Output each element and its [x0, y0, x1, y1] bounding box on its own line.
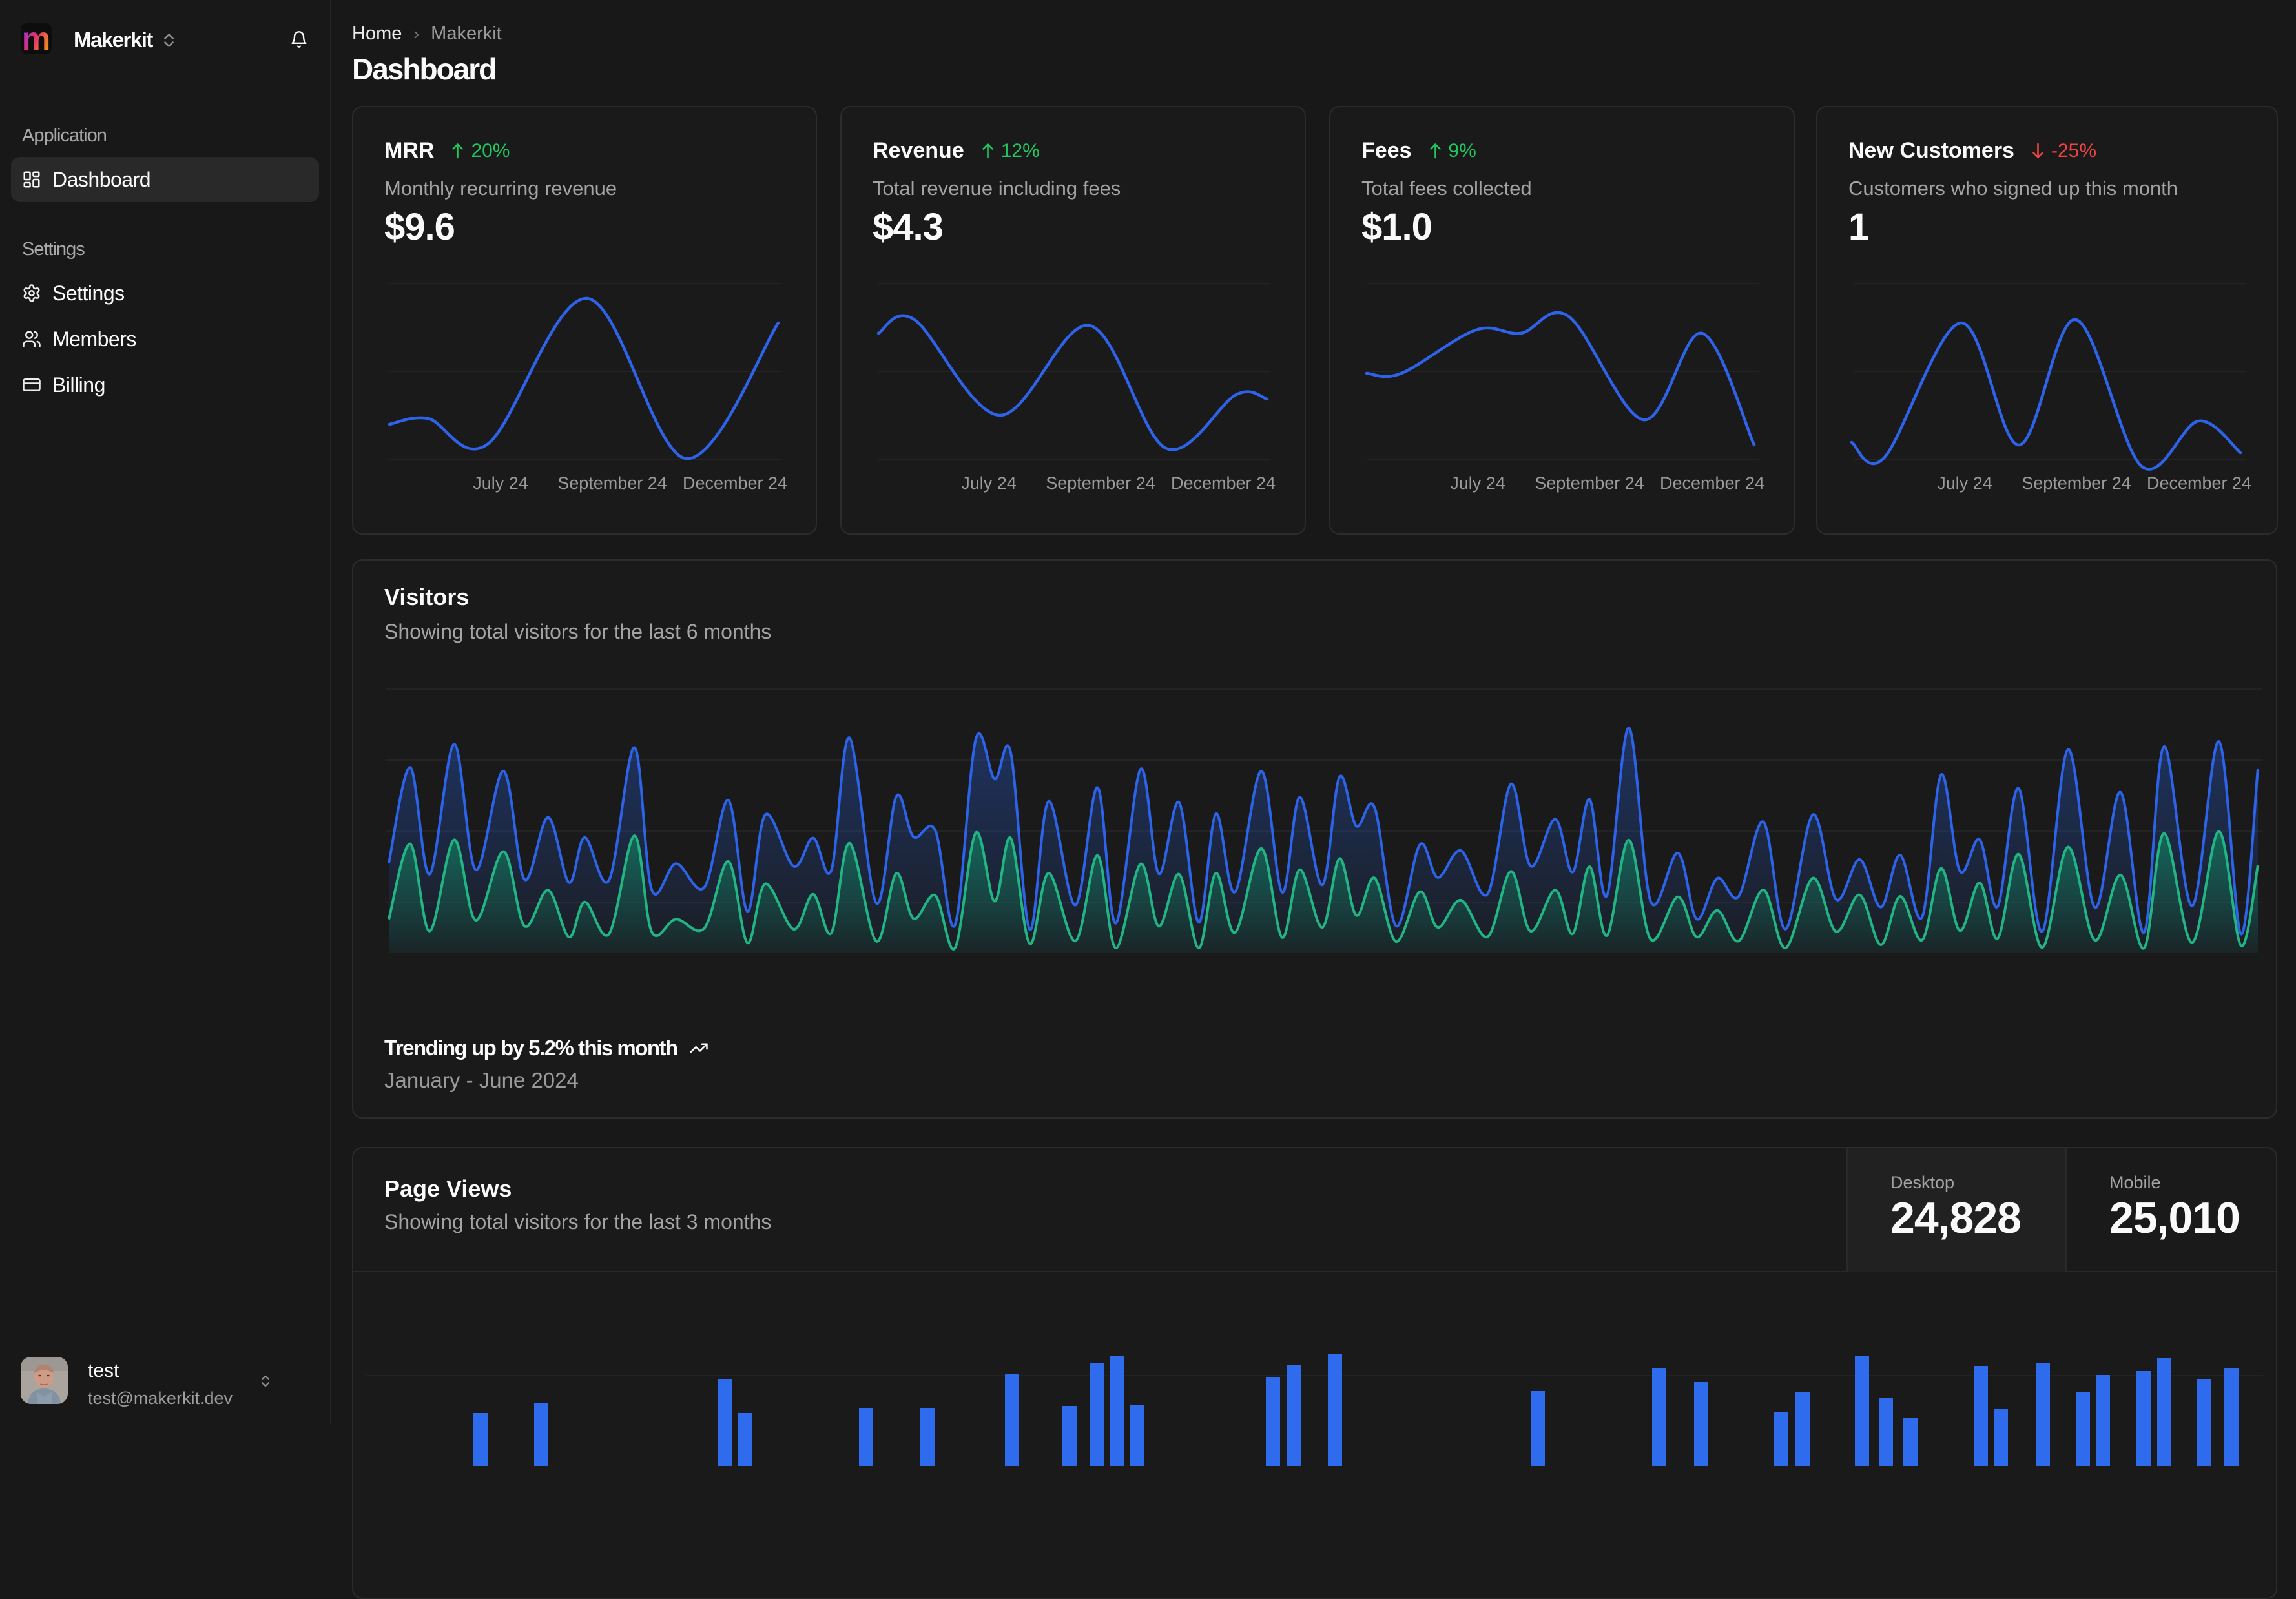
- svg-text:m: m: [22, 23, 50, 54]
